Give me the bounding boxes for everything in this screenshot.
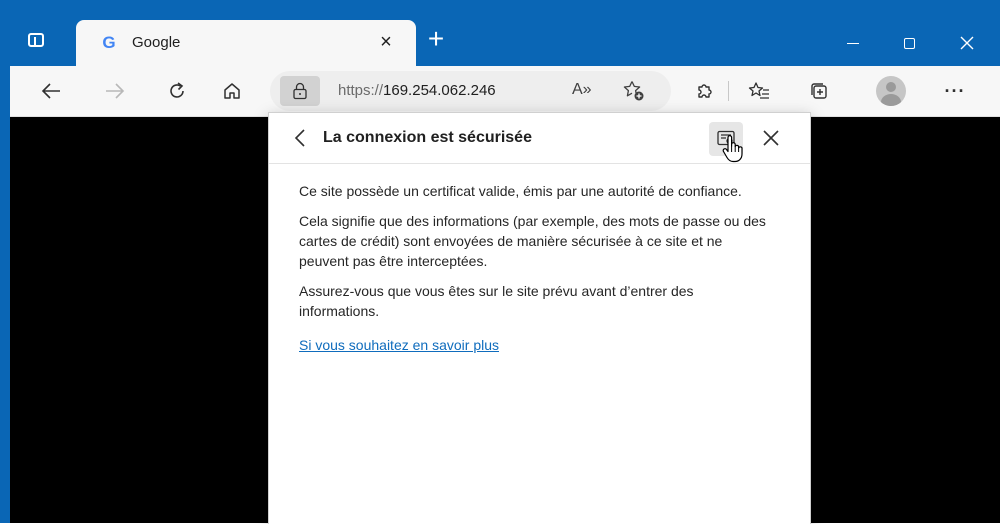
tab-close-button[interactable]: ×: [374, 30, 398, 54]
extensions-button[interactable]: [690, 76, 720, 106]
window-frame: [0, 0, 10, 523]
favorites-button[interactable]: [744, 76, 774, 106]
popup-paragraph-meaning: Cela signifie que des informations (par …: [299, 213, 766, 269]
settings-more-button[interactable]: ···: [940, 76, 970, 106]
star-plus-icon: [623, 81, 644, 101]
address-bar[interactable]: https://169.254.062.246 A»: [270, 71, 671, 111]
puzzle-icon: [698, 84, 712, 98]
browser-toolbar: https://169.254.062.246 A» ···: [10, 66, 1000, 117]
refresh-button[interactable]: [162, 76, 192, 106]
popup-paragraph-certificate: Ce site possède un certificat valide, ém…: [299, 183, 742, 199]
collections-icon: [811, 83, 827, 99]
forward-button[interactable]: [100, 76, 130, 106]
toolbar-separator: [728, 81, 729, 101]
chevron-left-icon: [294, 129, 305, 147]
tab-actions-icon[interactable]: [28, 33, 44, 47]
learn-more-link[interactable]: Si vous souhaitez en savoir plus: [299, 337, 499, 353]
arrow-right-icon: [106, 83, 125, 99]
popup-back-button[interactable]: [293, 126, 313, 150]
maximize-icon: [903, 37, 915, 49]
url-host: 169.254.062.246: [383, 82, 496, 99]
maximize-button[interactable]: [886, 28, 932, 56]
favorites-list-icon: [748, 82, 769, 99]
arrow-left-icon: [41, 83, 60, 99]
url-text[interactable]: https://169.254.062.246: [338, 82, 496, 99]
minimize-button[interactable]: [830, 28, 876, 56]
close-icon: [763, 130, 779, 146]
popup-title: La connexion est sécurisée: [323, 129, 532, 146]
popup-paragraph-warning: Assurez-vous que vous êtes sur le site p…: [299, 283, 694, 319]
home-icon: [224, 83, 240, 99]
certificate-icon: [717, 130, 735, 146]
home-button[interactable]: [217, 76, 247, 106]
google-favicon-icon: G: [102, 33, 116, 52]
new-tab-button[interactable]: +: [422, 25, 450, 54]
back-button[interactable]: [36, 76, 66, 106]
popup-header: La connexion est sécurisée: [269, 113, 810, 164]
lock-icon: [293, 82, 307, 100]
title-bar: G Google × +: [10, 10, 1000, 66]
profile-avatar[interactable]: [876, 76, 906, 106]
certificate-button[interactable]: [709, 122, 743, 156]
read-aloud-button[interactable]: A»: [572, 81, 592, 99]
tab-title: Google: [132, 34, 181, 51]
site-info-button[interactable]: [280, 76, 320, 106]
collections-button[interactable]: [804, 76, 834, 106]
connection-secure-popup: La connexion est sécurisée Ce site possè…: [268, 112, 811, 524]
popup-close-button[interactable]: [759, 126, 783, 150]
refresh-icon: [170, 82, 184, 98]
browser-window: G Google × + https://169.254.062.246 A» …: [0, 0, 1000, 524]
popup-body: Ce site possède un certificat valide, ém…: [299, 181, 769, 365]
minimize-icon: [847, 42, 859, 44]
window-close-button[interactable]: [944, 28, 990, 56]
tab-google[interactable]: G Google ×: [76, 20, 416, 66]
add-favorite-button[interactable]: [622, 79, 646, 108]
url-scheme: https://: [338, 82, 384, 99]
close-icon: [960, 36, 974, 50]
